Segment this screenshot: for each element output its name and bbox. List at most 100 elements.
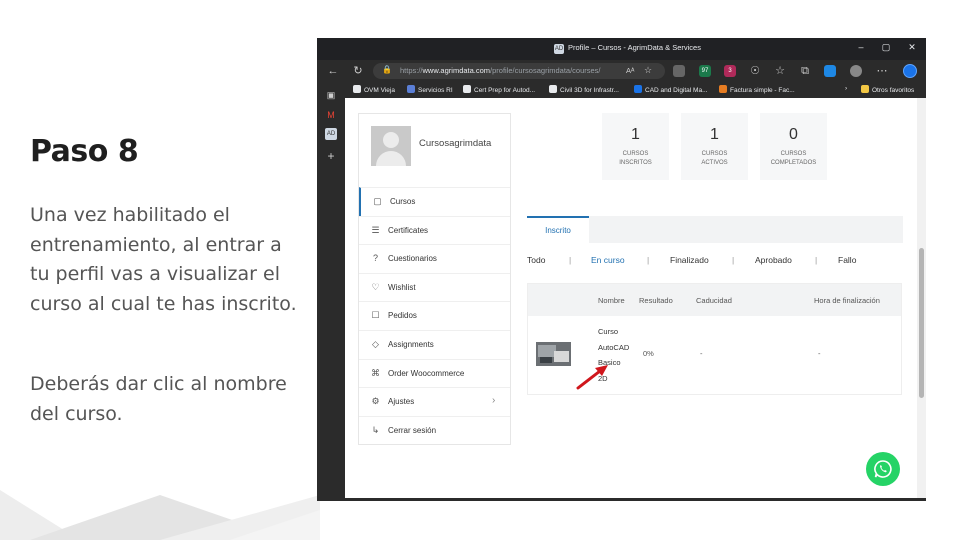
bookmark-item[interactable]: Cert Prep for Autod... xyxy=(463,85,535,94)
menu-item-order-woocommerce[interactable]: ⌘ Order Woocommerce xyxy=(359,358,510,388)
site-tab-icon[interactable]: AD xyxy=(325,128,337,140)
extension-badge-icon-2[interactable]: 3 xyxy=(724,65,736,77)
stat-label: CURSOS ACTIVOS xyxy=(701,151,728,166)
courses-icon: ▢ xyxy=(373,196,382,206)
scrollbar-thumb[interactable] xyxy=(919,248,924,398)
close-button[interactable]: ✕ xyxy=(905,42,919,53)
menu-item-pedidos[interactable]: ☐ Pedidos xyxy=(359,301,510,330)
bing-copilot-icon[interactable] xyxy=(903,64,917,78)
menu-item-cuestionarios[interactable]: ? Cuestionarios xyxy=(359,244,510,273)
bookmark-item[interactable]: CAD and Digital Ma... xyxy=(634,85,708,94)
menu-item-label: Pedidos xyxy=(388,311,417,321)
header-caducidad: Caducidad xyxy=(696,296,732,305)
refresh-icon[interactable]: ↻ xyxy=(351,64,365,78)
gear-icon: ⚙ xyxy=(371,396,380,407)
extension-badge-icon[interactable]: 97 xyxy=(699,65,711,77)
favorite-star-icon[interactable]: ☆ xyxy=(644,65,652,76)
course-thumbnail[interactable] xyxy=(536,342,571,366)
chevron-right-icon[interactable]: › xyxy=(845,85,847,92)
tab-inscrito[interactable]: Inscrito xyxy=(527,216,589,243)
address-bar-row: ← ↻ 🔒 https://www.agrimdata.com/profile/… xyxy=(317,60,926,82)
add-icon[interactable]: + xyxy=(325,150,337,162)
collections-icon[interactable]: ⧉ xyxy=(798,64,812,78)
cart-icon: ⌘ xyxy=(371,367,380,378)
filter-separator: | xyxy=(732,255,735,265)
menu-item-label: Assignments xyxy=(388,339,434,349)
decorative-triangles xyxy=(0,490,320,540)
extensions-icon[interactable]: ☉ xyxy=(748,64,762,78)
certificate-icon: ☰ xyxy=(371,224,380,235)
menu-item-label: Cursos xyxy=(390,197,416,206)
bookmark-item[interactable]: Servicios RI xyxy=(407,85,453,94)
menu-item-ajustes[interactable]: ⚙ Ajustes › xyxy=(359,387,510,416)
bookmark-item[interactable]: Civil 3D for Infrastr... xyxy=(549,85,619,94)
bookmark-icon xyxy=(634,85,642,93)
slide-title: Paso 8 xyxy=(30,134,139,169)
heart-icon: ♡ xyxy=(371,281,380,292)
profile-menu: ▢ Cursos ☰ Certificates ? Cuestionarios … xyxy=(359,187,510,444)
stat-cursos-completados: 0 CURSOS COMPLETADOS xyxy=(760,113,827,180)
header-hora-finalizacion: Hora de finalización xyxy=(814,296,880,305)
whatsapp-button[interactable] xyxy=(866,452,900,486)
lock-icon: 🔒 xyxy=(382,65,392,74)
question-icon: ? xyxy=(372,253,378,264)
table-header: Nombre Resultado Caducidad Hora de final… xyxy=(528,284,901,316)
header-nombre: Nombre xyxy=(598,296,625,305)
minimize-button[interactable]: – xyxy=(854,42,868,52)
filter-aprobado[interactable]: Aprobado xyxy=(755,255,792,265)
chevron-right-icon: › xyxy=(492,395,496,407)
profile-card: Cursosagrimdata ▢ Cursos ☰ Certificates … xyxy=(358,113,511,445)
slide-paragraph-instructions: Una vez habilitado el entrenamiento, al … xyxy=(30,204,297,315)
extension-icon[interactable] xyxy=(673,65,685,77)
browser-window: AD Profile – Cursos - AgrimData & Servic… xyxy=(317,38,926,501)
header-resultado: Resultado xyxy=(639,296,673,305)
site-favicon-icon: AD xyxy=(554,44,564,54)
filter-separator: | xyxy=(815,255,818,265)
bookmark-icon xyxy=(549,85,557,93)
menu-item-label: Cerrar sesión xyxy=(388,425,437,435)
favorites-icon[interactable]: ☆ xyxy=(773,64,787,78)
stat-cursos-activos: 1 CURSOS ACTIVOS xyxy=(681,113,748,180)
menu-item-cerrar-sesion[interactable]: ↳ Cerrar sesión xyxy=(359,415,510,445)
read-aloud-icon[interactable]: Aᴬ xyxy=(626,66,634,75)
logout-icon: ↳ xyxy=(371,424,380,435)
filter-fallo[interactable]: Fallo xyxy=(838,255,856,265)
username: Cursosagrimdata xyxy=(419,138,492,149)
window-bottom-edge xyxy=(345,498,926,501)
filter-todo[interactable]: Todo xyxy=(527,255,545,265)
menu-item-cursos[interactable]: ▢ Cursos xyxy=(359,187,510,216)
back-icon[interactable]: ← xyxy=(326,64,340,78)
red-arrow-annotation-icon xyxy=(576,365,608,390)
web-page: Cursosagrimdata ▢ Cursos ☰ Certificates … xyxy=(345,98,917,498)
menu-item-label: Wishlist xyxy=(388,282,416,292)
maximize-button[interactable]: ▢ xyxy=(879,42,893,53)
stat-value: 1 xyxy=(710,126,719,143)
filter-finalizado[interactable]: Finalizado xyxy=(670,255,709,265)
menu-item-assignments[interactable]: ◇ Assignments xyxy=(359,329,510,359)
course-result: 0% xyxy=(643,349,654,358)
menu-item-label: Order Woocommerce xyxy=(388,368,465,378)
profile-avatar-icon[interactable] xyxy=(850,65,862,77)
bookmark-item[interactable]: OVM Vieja xyxy=(353,85,395,94)
menu-item-label: Cuestionarios xyxy=(388,254,437,264)
menu-item-certificates[interactable]: ☰ Certificates xyxy=(359,215,510,245)
filter-separator: | xyxy=(569,255,572,265)
url-field[interactable]: 🔒 https://www.agrimdata.com/profile/curs… xyxy=(373,63,665,79)
filter-en-curso[interactable]: En curso xyxy=(591,255,625,265)
other-favorites[interactable]: Otros favoritos xyxy=(861,85,914,94)
more-options-icon[interactable]: ⋯ xyxy=(875,64,889,78)
folder-icon xyxy=(861,85,869,93)
bookmark-item[interactable]: Factura simple - Fac... xyxy=(719,85,795,94)
course-finish-time: - xyxy=(818,349,821,358)
bookmark-icon xyxy=(719,85,727,93)
menu-item-wishlist[interactable]: ♡ Wishlist xyxy=(359,272,510,302)
bookmark-icon xyxy=(407,85,415,93)
edge-icon[interactable] xyxy=(824,65,836,77)
stat-cursos-inscritos: 1 CURSOS INSCRITOS xyxy=(602,113,669,180)
course-tabs: Inscrito xyxy=(527,216,903,243)
bookmarks-bar: OVM Vieja Servicios RI Cert Prep for Aut… xyxy=(345,82,926,98)
tab-actions-icon[interactable]: ▣ xyxy=(325,89,337,101)
shopping-bag-icon: ☐ xyxy=(371,310,380,321)
gmail-icon[interactable]: M xyxy=(325,109,337,121)
stat-value: 0 xyxy=(789,126,798,143)
